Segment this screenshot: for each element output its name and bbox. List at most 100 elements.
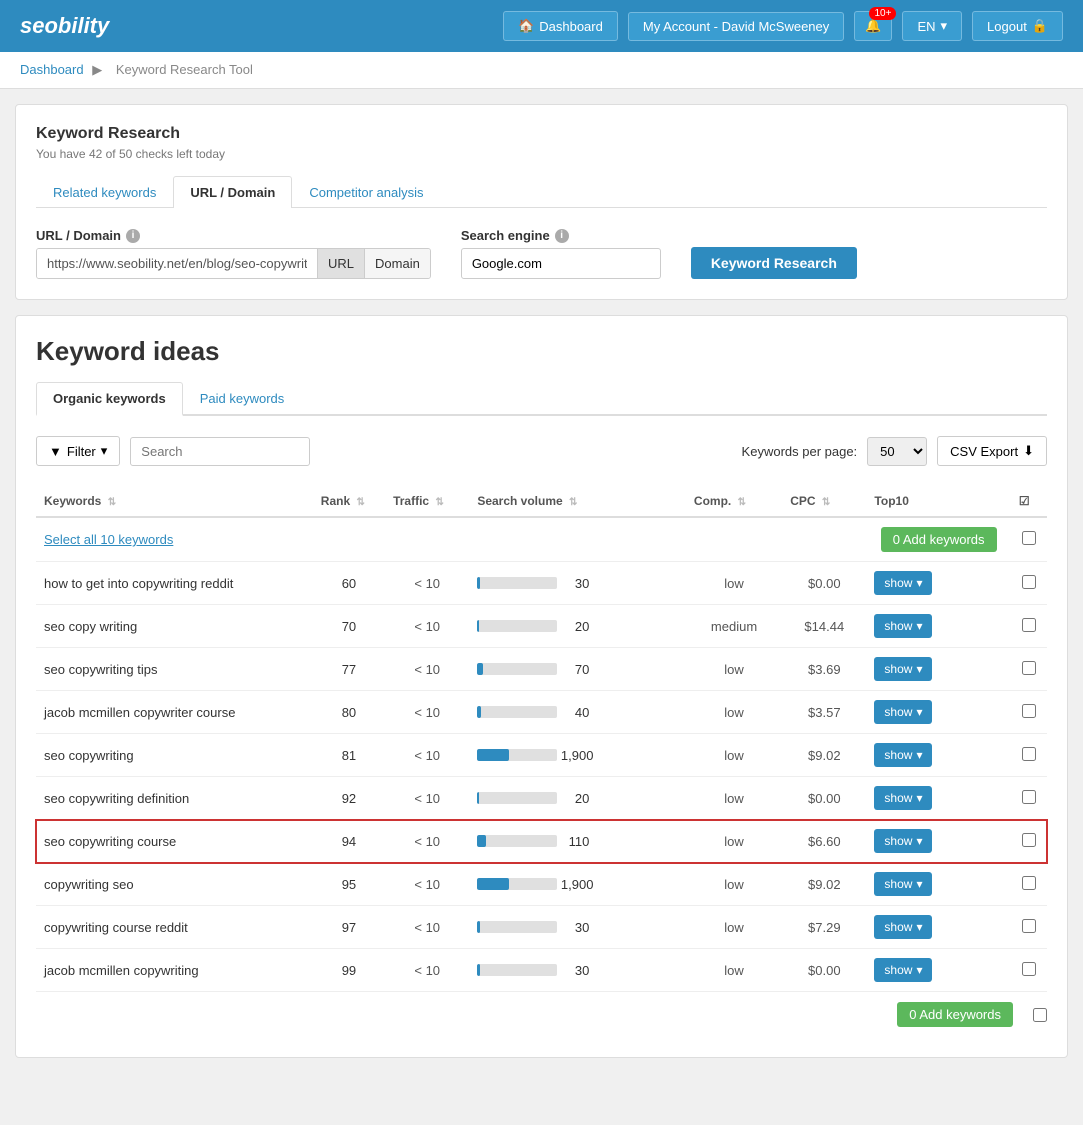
add-keywords-button-bottom[interactable]: 0 Add keywords xyxy=(897,1002,1013,1027)
row-checkbox[interactable] xyxy=(1022,618,1036,632)
search-volume-cell: 20 xyxy=(469,777,686,820)
logout-button[interactable]: Logout 🔒 xyxy=(972,11,1063,41)
cpc-value: $14.44 xyxy=(804,619,844,634)
search-volume-cell: 1,900 xyxy=(469,734,686,777)
row-checkbox[interactable] xyxy=(1022,919,1036,933)
show-button[interactable]: show ▾ xyxy=(874,872,932,896)
url-domain-group: URL / Domain i URL Domain xyxy=(36,228,431,279)
sort-icon[interactable]: ⇅ xyxy=(108,497,116,508)
competition-cell: low xyxy=(686,777,782,820)
volume-bar-wrap: 30 xyxy=(477,963,597,978)
traffic-cell: < 10 xyxy=(385,691,469,734)
url-info-icon[interactable]: i xyxy=(126,229,140,243)
keyword-search-input[interactable] xyxy=(130,437,310,466)
volume-bar-background xyxy=(477,878,557,890)
show-button[interactable]: show ▾ xyxy=(874,614,932,638)
row-checkbox[interactable] xyxy=(1022,962,1036,976)
rank-cell: 77 xyxy=(313,648,385,691)
notification-badge: 10+ xyxy=(869,7,896,20)
url-type-url-button[interactable]: URL xyxy=(317,249,364,278)
rank-cell: 99 xyxy=(313,949,385,992)
tab-related-keywords[interactable]: Related keywords xyxy=(36,176,173,208)
keyword-cell: seo copywriting xyxy=(36,734,313,777)
url-input[interactable] xyxy=(37,249,317,278)
chevron-down-icon: ▾ xyxy=(916,877,922,891)
select-all-checkbox[interactable] xyxy=(1022,531,1036,545)
keyword-ideas-card: Keyword ideas Organic keywords Paid keyw… xyxy=(15,315,1068,1058)
sort-comp-icon[interactable]: ⇅ xyxy=(738,497,746,508)
volume-bar-wrap: 30 xyxy=(477,576,597,591)
cpc-value: $0.00 xyxy=(808,791,841,806)
table-row: jacob mcmillen copywriting99< 10 30 low$… xyxy=(36,949,1047,992)
chevron-down-icon: ▾ xyxy=(916,920,922,934)
search-volume-value: 1,900 xyxy=(557,877,597,892)
row-checkbox[interactable] xyxy=(1022,833,1036,847)
competition-cell: low xyxy=(686,691,782,734)
keyword-cell: seo copywriting definition xyxy=(36,777,313,820)
table-row: seo copywriting definition92< 10 20 low$… xyxy=(36,777,1047,820)
csv-export-button[interactable]: CSV Export ⬇ xyxy=(937,436,1047,466)
table-header-row: Keywords ⇅ Rank ⇅ Traffic ⇅ Search volum… xyxy=(36,486,1047,517)
row-checkbox-cell xyxy=(1011,691,1047,734)
bottom-add-row: 0 Add keywords xyxy=(36,992,1047,1037)
cpc-cell: $0.00 xyxy=(782,949,866,992)
sort-cpc-icon[interactable]: ⇅ xyxy=(822,497,830,508)
select-all-link[interactable]: Select all 10 keywords xyxy=(44,532,173,547)
search-engine-info-icon[interactable]: i xyxy=(555,229,569,243)
tab-organic-keywords[interactable]: Organic keywords xyxy=(36,382,183,416)
filter-button[interactable]: ▼ Filter ▾ xyxy=(36,436,120,466)
dashboard-button[interactable]: 🏠 Dashboard xyxy=(503,11,618,41)
account-button[interactable]: My Account - David McSweeney xyxy=(628,12,844,41)
add-keywords-button-top[interactable]: 0 Add keywords xyxy=(881,527,997,552)
select-all-checkbox-icon[interactable]: ☑ xyxy=(1019,494,1030,508)
rank-cell: 70 xyxy=(313,605,385,648)
search-volume-cell: 30 xyxy=(469,949,686,992)
breadcrumb-root[interactable]: Dashboard xyxy=(20,62,84,77)
select-all-row: Select all 10 keywords 0 Add keywords xyxy=(36,517,1047,562)
competition-value: low xyxy=(724,920,744,935)
row-checkbox[interactable] xyxy=(1022,876,1036,890)
show-button[interactable]: show ▾ xyxy=(874,915,932,939)
traffic-cell: < 10 xyxy=(385,734,469,777)
sort-traffic-icon[interactable]: ⇅ xyxy=(435,497,443,508)
row-checkbox[interactable] xyxy=(1022,790,1036,804)
select-all-checkbox-cell xyxy=(1011,517,1047,562)
traffic-value: < 10 xyxy=(414,748,440,763)
show-button[interactable]: show ▾ xyxy=(874,743,932,767)
cpc-value: $0.00 xyxy=(808,963,841,978)
show-button[interactable]: show ▾ xyxy=(874,786,932,810)
per-page-select[interactable]: 50 25 100 xyxy=(867,437,927,466)
tab-competitor-analysis[interactable]: Competitor analysis xyxy=(292,176,440,208)
show-button[interactable]: show ▾ xyxy=(874,958,932,982)
research-tabs: Related keywords URL / Domain Competitor… xyxy=(36,176,1047,208)
traffic-cell: < 10 xyxy=(385,648,469,691)
tab-url-domain[interactable]: URL / Domain xyxy=(173,176,292,208)
traffic-value: < 10 xyxy=(414,662,440,677)
volume-bar-background xyxy=(477,964,557,976)
sort-sv-icon[interactable]: ⇅ xyxy=(569,497,577,508)
url-type-domain-button[interactable]: Domain xyxy=(364,249,430,278)
notification-button[interactable]: 🔔 10+ xyxy=(854,11,892,41)
show-button[interactable]: show ▾ xyxy=(874,829,932,853)
row-checkbox[interactable] xyxy=(1022,575,1036,589)
search-volume-cell: 110 xyxy=(469,820,686,863)
th-cpc: CPC ⇅ xyxy=(782,486,866,517)
language-button[interactable]: EN ▾ xyxy=(902,11,962,41)
search-engine-input[interactable] xyxy=(461,248,661,279)
top10-cell: show ▾ xyxy=(866,691,1010,734)
row-checkbox[interactable] xyxy=(1022,747,1036,761)
sort-rank-icon[interactable]: ⇅ xyxy=(356,497,364,508)
search-volume-cell: 30 xyxy=(469,562,686,605)
bottom-checkbox[interactable] xyxy=(1033,1008,1047,1022)
show-button[interactable]: show ▾ xyxy=(874,700,932,724)
show-button[interactable]: show ▾ xyxy=(874,657,932,681)
row-checkbox[interactable] xyxy=(1022,704,1036,718)
traffic-cell: < 10 xyxy=(385,777,469,820)
row-checkbox[interactable] xyxy=(1022,661,1036,675)
show-button[interactable]: show ▾ xyxy=(874,571,932,595)
filter-dropdown-icon: ▾ xyxy=(101,443,108,459)
url-label: URL / Domain i xyxy=(36,228,431,243)
traffic-value: < 10 xyxy=(414,791,440,806)
keyword-research-button[interactable]: Keyword Research xyxy=(691,247,857,279)
tab-paid-keywords[interactable]: Paid keywords xyxy=(183,382,302,414)
